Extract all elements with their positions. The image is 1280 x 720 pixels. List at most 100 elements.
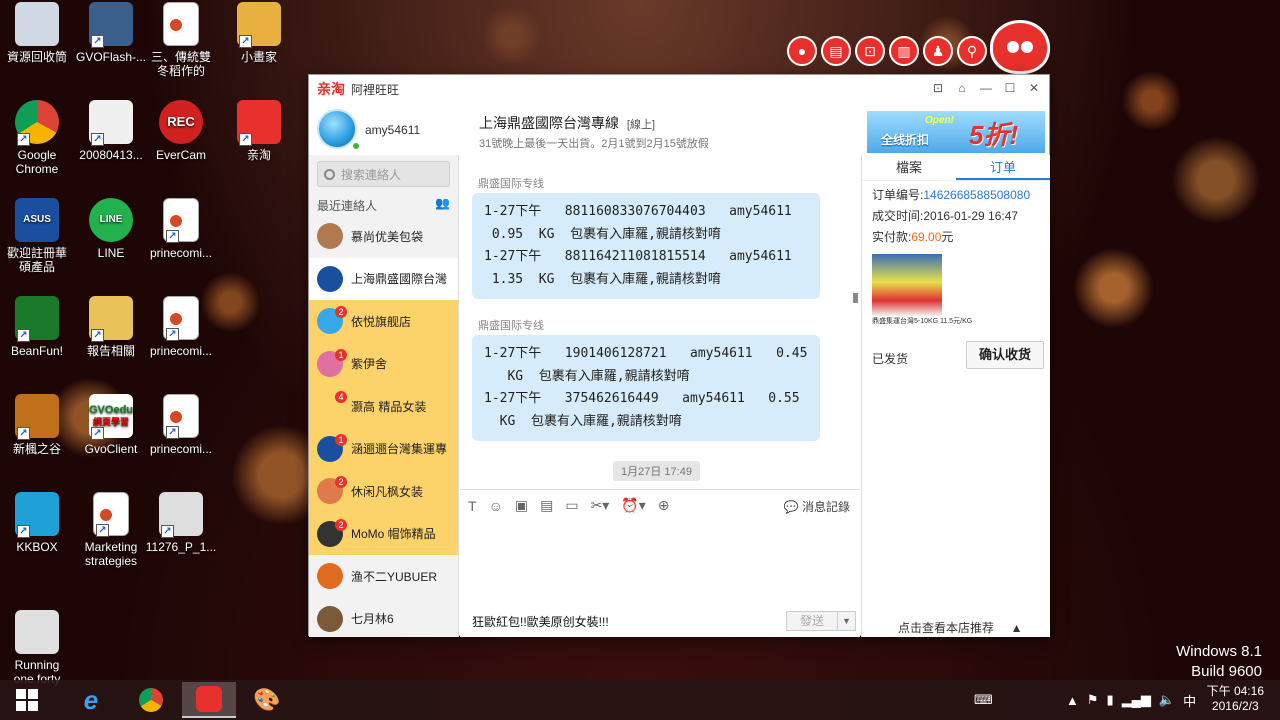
desktop-icon[interactable]: ↗ 報告相關: [74, 296, 148, 358]
desktop-icon[interactable]: ↗ BeanFun!: [0, 296, 74, 358]
desktop-icon[interactable]: ↗ Google Chrome: [0, 100, 74, 176]
contact-name[interactable]: 上海鼎盛國際台灣專線: [479, 115, 619, 131]
shop-recommendations-link[interactable]: 点击查看本店推荐 ▲: [898, 619, 1023, 636]
desktop-icon[interactable]: ↗ 新楓之谷: [0, 394, 74, 456]
desktop-icon[interactable]: 三、傳統雙 冬稻作的: [144, 2, 218, 78]
maplestory-icon: ↗: [15, 394, 59, 440]
desktop-icon[interactable]: ↗ 20080413...: [74, 100, 148, 162]
desktop-icon[interactable]: REC EverCam: [144, 100, 218, 162]
desktop-icon[interactable]: ↗ 11276_P_1...: [144, 492, 218, 554]
desktop-icon[interactable]: ↗ 亲淘: [222, 100, 296, 162]
add-contact-icon[interactable]: ⊕: [658, 497, 670, 514]
contact-item[interactable]: 1 涵逦逦台灣集運專: [309, 427, 458, 470]
flag-icon[interactable]: ⚑: [1087, 692, 1099, 708]
contact-avatar: [317, 265, 343, 292]
ppt-file-icon: ↗: [163, 394, 199, 439]
clock[interactable]: 下午 04:16 2016/2/3: [1207, 684, 1264, 714]
close-button[interactable]: ✕: [1025, 79, 1043, 97]
desktop-icon[interactable]: ↗ 小畫家: [222, 2, 296, 64]
emoji-icon[interactable]: ☺: [489, 498, 503, 514]
power-icon[interactable]: ▮: [1107, 692, 1114, 708]
photo-icon: ↗: [159, 492, 203, 538]
search-input[interactable]: 搜索連絡人: [317, 161, 450, 187]
search-icon[interactable]: ⚲: [957, 36, 987, 66]
desktop-icon-label: 報告相關: [86, 344, 135, 358]
shortcut-arrow-icon: ↗: [166, 328, 179, 341]
contact-item[interactable]: 七月林6: [309, 598, 458, 638]
chevron-down-icon[interactable]: ▼: [837, 612, 855, 630]
send-button[interactable]: 發送 ▼: [786, 611, 856, 631]
image-icon[interactable]: ▣: [515, 497, 528, 514]
desktop-icon[interactable]: 資源回收筒: [0, 2, 74, 64]
contact-item[interactable]: 上海鼎盛國際台灣: [309, 257, 458, 300]
desktop-icon[interactable]: ↗ GVOFlash-...: [74, 2, 148, 64]
desktop-icon[interactable]: LINE LINE: [74, 198, 148, 260]
user-icon[interactable]: ♟: [923, 36, 953, 66]
message-history-button[interactable]: 💬 消息記錄: [784, 498, 850, 515]
shortcut-arrow-icon: ↗: [166, 426, 179, 439]
minimize-button[interactable]: —: [977, 79, 995, 97]
contact-item[interactable]: 4 灏高 精品女装: [309, 385, 458, 428]
network-icon[interactable]: ▂▄▆: [1122, 692, 1151, 708]
product-thumbnail[interactable]: [872, 254, 942, 316]
paint-icon: 🎨: [253, 687, 281, 712]
contact-name: 七月林6: [351, 612, 394, 627]
keyboard-icon[interactable]: ⌨: [974, 680, 993, 720]
volume-icon[interactable]: 🔈: [1159, 692, 1175, 708]
desktop-icon[interactable]: ↗ prinecomi...: [144, 198, 218, 260]
taskbar-qintao[interactable]: [182, 682, 236, 718]
contact-item[interactable]: 2 MoMo 帽饰精品: [309, 512, 458, 555]
contact-name: 休闲凡枫女装: [351, 484, 424, 499]
desktop-icon[interactable]: GVOedu 網頁學習 ↗ GvoClient: [74, 394, 148, 456]
taskbar-paint[interactable]: 🎨: [240, 682, 294, 718]
pin-icon[interactable]: ⊡: [929, 79, 947, 97]
qintao-icon: [196, 686, 222, 712]
beanfun-icon: ↗: [15, 296, 59, 342]
desktop-icon[interactable]: ASUS 歡迎註冊華 碩產品: [0, 198, 74, 274]
contact-title: 上海鼎盛國際台灣專線 [線上]: [479, 113, 655, 133]
desktop-icon[interactable]: Running one forty: [0, 610, 74, 686]
screenshot-icon[interactable]: ▭: [565, 497, 578, 514]
ime-indicator[interactable]: 中: [1183, 691, 1196, 710]
start-button[interactable]: [0, 682, 54, 718]
contact-item[interactable]: 渔不二YUBUER: [309, 555, 458, 598]
chat-toolbar: T ☺ ▣ ▤ ▭ ✂▾ ⏰▾ ⊕ 💬 消息記錄: [460, 489, 860, 521]
order-time-row: 成交时间:2016-01-29 16:47: [862, 206, 1050, 227]
order-number-link[interactable]: 1462668588508080: [923, 188, 1030, 202]
tray-expand-icon[interactable]: ▲: [1066, 693, 1079, 708]
desktop-icon[interactable]: ↗ prinecomi...: [144, 394, 218, 456]
contact-item[interactable]: 2 休闲凡枫女装: [309, 470, 458, 513]
desktop-icon[interactable]: ↗ prinecomi...: [144, 296, 218, 358]
font-icon[interactable]: T: [468, 498, 477, 514]
scissors-icon[interactable]: ✂▾: [591, 497, 610, 514]
news-icon[interactable]: ▤: [821, 36, 851, 66]
folder-icon[interactable]: ▤: [540, 497, 553, 514]
store-icon[interactable]: ▥: [889, 36, 919, 66]
contact-item[interactable]: 2 依悦旗舰店: [309, 300, 458, 343]
order-time-label: 成交时间:: [872, 209, 924, 223]
taskbar-ie[interactable]: e: [64, 682, 118, 718]
mascot-small-icon[interactable]: ●: [787, 36, 817, 66]
tab-profile[interactable]: 檔案: [862, 155, 956, 180]
maximize-button[interactable]: ☐: [1001, 79, 1019, 97]
taskbar-chrome[interactable]: [124, 682, 178, 718]
contact-item[interactable]: 慕尚优美包袋: [309, 215, 458, 258]
contact-item[interactable]: 1 紫伊舍: [309, 342, 458, 385]
confirm-receipt-button[interactable]: 确认收货: [966, 341, 1044, 369]
online-status-icon: [351, 141, 361, 151]
app-name: 阿裡旺旺: [351, 82, 400, 97]
ad-banner[interactable]: Open! 全线折扣 5折!: [867, 111, 1045, 153]
chat-scrollbar[interactable]: [850, 155, 860, 489]
title-bar[interactable]: 亲淘 阿裡旺旺 ⊡ ⌂ — ☐ ✕: [309, 75, 1049, 103]
scrollbar-thumb[interactable]: [853, 293, 858, 303]
contacts-icon[interactable]: 👥: [435, 196, 450, 210]
contact-name: MoMo 帽饰精品: [351, 527, 436, 542]
shake-icon[interactable]: ⏰▾: [621, 497, 645, 514]
desktop-icon[interactable]: ↗ KKBOX: [0, 492, 74, 554]
tab-orders[interactable]: 订单: [956, 155, 1050, 180]
taobao-mascot-icon[interactable]: [990, 20, 1050, 74]
desktop-icon[interactable]: ↗ Marketing strategies: [74, 492, 148, 568]
bookmark-icon[interactable]: ⊡: [855, 36, 885, 66]
message-input[interactable]: 狂歐紅包!!歐美原创女裝!!! 發送 ▼: [460, 521, 860, 637]
home-icon[interactable]: ⌂: [953, 79, 971, 97]
